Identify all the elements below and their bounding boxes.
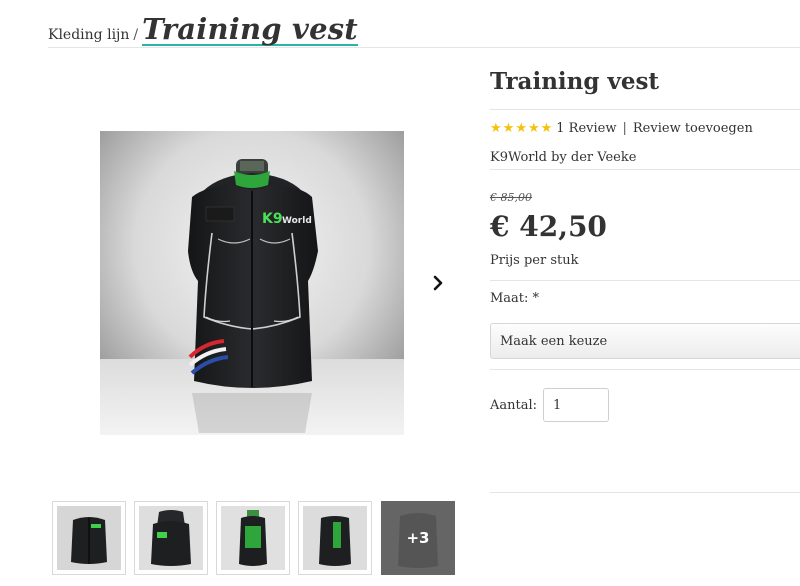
training-vest-photo: K9 World [100,131,404,435]
size-label: Maat: * [490,291,540,306]
vest-side-green-thumbnail [303,506,367,570]
divider [490,492,800,493]
size-select[interactable]: Maak een keuze [490,323,800,359]
quantity-input[interactable] [543,388,609,422]
quantity-label: Aantal: [490,398,538,413]
divider [490,369,800,370]
more-images-button[interactable]: +3 [381,501,455,575]
vest-side-thumbnail [221,506,285,570]
page-heading: Training vest [142,12,358,46]
star-icon: ★ [515,121,527,136]
vest-front-thumbnail [57,506,121,570]
chevron-right-icon [433,275,443,291]
breadcrumb-separator: / [133,27,139,43]
add-review-link[interactable]: Review toevoegen [633,121,753,136]
more-images-count: +3 [406,529,430,547]
star-icon: ★ [527,121,540,136]
product-title: Training vest [490,68,660,95]
product-brand[interactable]: K9World by der Veeke [490,150,636,165]
thumbnail-3[interactable] [216,501,290,575]
breadcrumb: Kleding lijn / Training vest [48,14,358,48]
divider [490,280,800,281]
next-image-button[interactable] [428,272,448,294]
thumbnail-strip: +3 [52,501,455,575]
breadcrumb-link-kleding-lijn[interactable]: Kleding lijn [48,27,129,43]
divider [490,109,800,110]
thumbnail-4[interactable] [298,501,372,575]
review-separator: | [622,121,627,136]
svg-text:World: World [282,216,312,226]
star-icon: ★ [540,121,553,136]
divider [490,169,800,170]
old-price: € 85,00 [490,191,532,204]
header-divider [48,47,800,48]
main-product-image[interactable]: K9 World [100,131,404,435]
star-icon: ★ [490,121,502,136]
review-count-link[interactable]: 1 Review [556,121,616,136]
thumbnail-2[interactable] [134,501,208,575]
svg-text:K9: K9 [262,211,283,227]
star-icon: ★ [502,121,515,136]
rating-stars: ★ ★ ★ ★ ★ [490,121,553,136]
price-unit: Prijs per stuk [490,253,579,268]
vest-hood-thumbnail [139,506,203,570]
rating-row: ★ ★ ★ ★ ★ 1 Review | Review toevoegen [490,121,753,136]
size-select-value: Maak een keuze [500,333,608,349]
current-price: € 42,50 [490,210,607,243]
thumbnail-1[interactable] [52,501,126,575]
